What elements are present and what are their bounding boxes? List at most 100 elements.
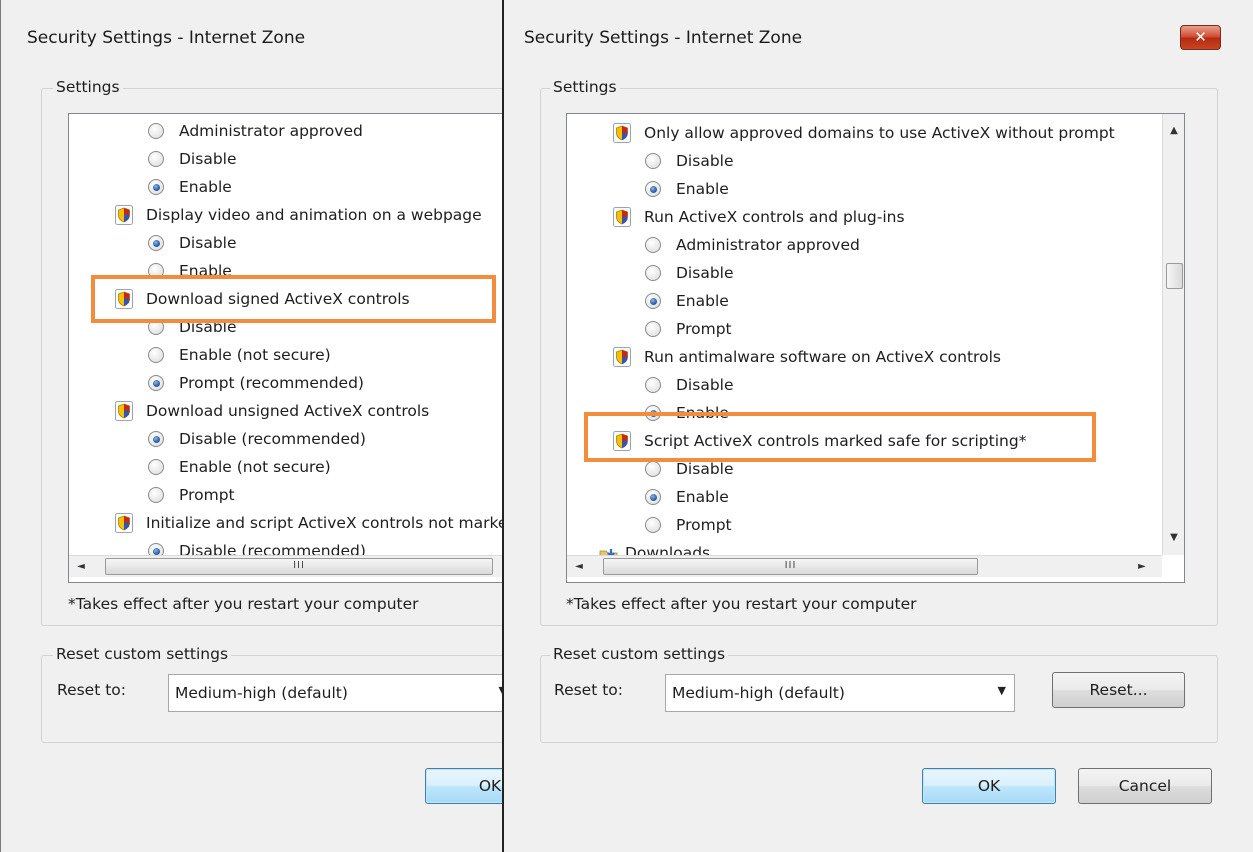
- setting-label: Run ActiveX controls and plug-ins: [644, 208, 905, 226]
- radio-button-selected[interactable]: [148, 235, 164, 251]
- vertical-scrollbar[interactable]: ▲ ▼: [1162, 114, 1184, 555]
- horizontal-scrollbar[interactable]: ◄ III ►: [567, 555, 1162, 577]
- reset-group-label: Reset custom settings: [550, 645, 729, 663]
- radio-button[interactable]: [148, 319, 164, 335]
- shield-icon: [613, 347, 631, 367]
- option-label: Prompt: [676, 516, 732, 534]
- ok-button-label: OK: [977, 777, 1001, 795]
- setting-option-row[interactable]: Prompt: [567, 511, 1184, 539]
- option-label: Disable: [676, 152, 734, 170]
- setting-option-row[interactable]: Enable (not secure): [69, 341, 502, 369]
- dialog-title: Security Settings - Internet Zone: [524, 28, 803, 48]
- option-label: Disable: [676, 264, 734, 282]
- radio-button-selected[interactable]: [645, 181, 661, 197]
- radio-button[interactable]: [645, 461, 661, 477]
- radio-button[interactable]: [148, 459, 164, 475]
- setting-option-row[interactable]: Administrator approved: [567, 231, 1184, 259]
- setting-option-row[interactable]: Enable (not secure): [69, 453, 502, 481]
- setting-option-row[interactable]: Enable: [567, 483, 1184, 511]
- radio-button-selected[interactable]: [148, 179, 164, 195]
- setting-option-row[interactable]: Disable: [69, 313, 502, 341]
- scroll-thumb[interactable]: III: [603, 558, 978, 575]
- reset-level-value: Medium-high (default): [175, 684, 348, 702]
- security-settings-dialog-right: Security Settings - Internet Zone ✕ Sett…: [502, 0, 1253, 852]
- horizontal-scrollbar[interactable]: ◄ III: [69, 555, 502, 577]
- settings-group-label: Settings: [550, 78, 620, 96]
- vertical-scroll-thumb[interactable]: [1166, 263, 1183, 289]
- ok-button[interactable]: OK: [922, 768, 1056, 804]
- radio-button[interactable]: [148, 151, 164, 167]
- setting-row[interactable]: Initialize and script ActiveX controls n…: [69, 509, 502, 537]
- shield-icon: [115, 289, 133, 309]
- radio-button-selected[interactable]: [148, 375, 164, 391]
- setting-row[interactable]: Script ActiveX controls marked safe for …: [567, 427, 1184, 455]
- setting-option-row[interactable]: Disable: [567, 371, 1184, 399]
- radio-button[interactable]: [645, 321, 661, 337]
- setting-label: Script ActiveX controls marked safe for …: [644, 432, 1027, 450]
- setting-row[interactable]: Display video and animation on a webpage: [69, 201, 502, 229]
- setting-label: Download unsigned ActiveX controls: [146, 402, 430, 420]
- radio-button-selected[interactable]: [645, 405, 661, 421]
- radio-button[interactable]: [148, 123, 164, 139]
- setting-option-row[interactable]: Enable: [567, 399, 1184, 427]
- setting-option-row[interactable]: Enable: [69, 173, 502, 201]
- setting-option-row[interactable]: Disable: [567, 147, 1184, 175]
- close-button[interactable]: ✕: [1180, 25, 1221, 50]
- option-label: Enable: [676, 404, 729, 422]
- option-label: Enable: [676, 180, 729, 198]
- shield-icon: [115, 401, 133, 421]
- scroll-right-arrow-icon[interactable]: ►: [1132, 557, 1152, 577]
- radio-button[interactable]: [645, 377, 661, 393]
- scroll-up-arrow-icon[interactable]: ▲: [1164, 121, 1184, 141]
- setting-option-row[interactable]: Enable: [567, 287, 1184, 315]
- setting-row[interactable]: Only allow approved domains to use Activ…: [567, 119, 1184, 147]
- setting-option-row[interactable]: Administrator approved: [69, 117, 502, 145]
- scroll-down-arrow-icon[interactable]: ▼: [1164, 528, 1184, 548]
- reset-level-dropdown[interactable]: Medium-high (default) ▼: [665, 674, 1015, 712]
- reset-level-value: Medium-high (default): [672, 684, 845, 702]
- settings-list[interactable]: Only allow approved domains to use Activ…: [566, 113, 1185, 583]
- option-label: Enable (not secure): [179, 346, 331, 364]
- setting-option-row[interactable]: Disable (recommended): [69, 425, 502, 453]
- setting-option-row[interactable]: Prompt (recommended): [69, 369, 502, 397]
- radio-button[interactable]: [645, 517, 661, 533]
- reset-level-dropdown[interactable]: Medium-high (default) ▼: [168, 674, 502, 712]
- ok-button[interactable]: OK: [425, 768, 502, 804]
- setting-option-row[interactable]: Prompt: [567, 315, 1184, 343]
- shield-icon: [613, 431, 631, 451]
- radio-button[interactable]: [148, 487, 164, 503]
- title-bar[interactable]: Security Settings - Internet Zone ✕: [504, 0, 1253, 80]
- option-label: Disable: [179, 318, 237, 336]
- setting-option-row[interactable]: Enable: [567, 175, 1184, 203]
- setting-option-row[interactable]: Disable: [69, 145, 502, 173]
- scroll-left-arrow-icon[interactable]: ◄: [71, 557, 91, 577]
- security-settings-dialog-left: Security Settings - Internet Zone Settin…: [0, 0, 502, 852]
- scroll-thumb[interactable]: III: [105, 558, 493, 575]
- radio-button-selected[interactable]: [645, 489, 661, 505]
- radio-button-selected[interactable]: [148, 431, 164, 447]
- reset-button[interactable]: Reset...: [1052, 672, 1185, 708]
- restart-note: *Takes effect after you restart your com…: [566, 595, 917, 613]
- cancel-button[interactable]: Cancel: [1078, 768, 1212, 804]
- setting-option-row[interactable]: Disable: [567, 455, 1184, 483]
- setting-option-row[interactable]: Disable: [69, 229, 502, 257]
- radio-button[interactable]: [148, 263, 164, 279]
- radio-button[interactable]: [148, 347, 164, 363]
- radio-button[interactable]: [645, 265, 661, 281]
- setting-option-row[interactable]: Prompt: [69, 481, 502, 509]
- setting-label: Download signed ActiveX controls: [146, 290, 410, 308]
- settings-list[interactable]: Administrator approved Disable Enable Displ…: [68, 113, 502, 583]
- scroll-left-arrow-icon[interactable]: ◄: [569, 557, 589, 577]
- radio-button-selected[interactable]: [645, 293, 661, 309]
- shield-icon: [613, 123, 631, 143]
- title-bar[interactable]: Security Settings - Internet Zone: [1, 0, 502, 80]
- setting-option-row[interactable]: Disable: [567, 259, 1184, 287]
- setting-row[interactable]: Run ActiveX controls and plug-ins: [567, 203, 1184, 231]
- radio-button[interactable]: [645, 153, 661, 169]
- radio-button[interactable]: [645, 237, 661, 253]
- setting-row[interactable]: Run antimalware software on ActiveX cont…: [567, 343, 1184, 371]
- setting-option-row[interactable]: Enable: [69, 257, 502, 285]
- setting-row[interactable]: Download signed ActiveX controls: [69, 285, 502, 313]
- reset-button-label: Reset...: [1089, 681, 1148, 699]
- setting-row[interactable]: Download unsigned ActiveX controls: [69, 397, 502, 425]
